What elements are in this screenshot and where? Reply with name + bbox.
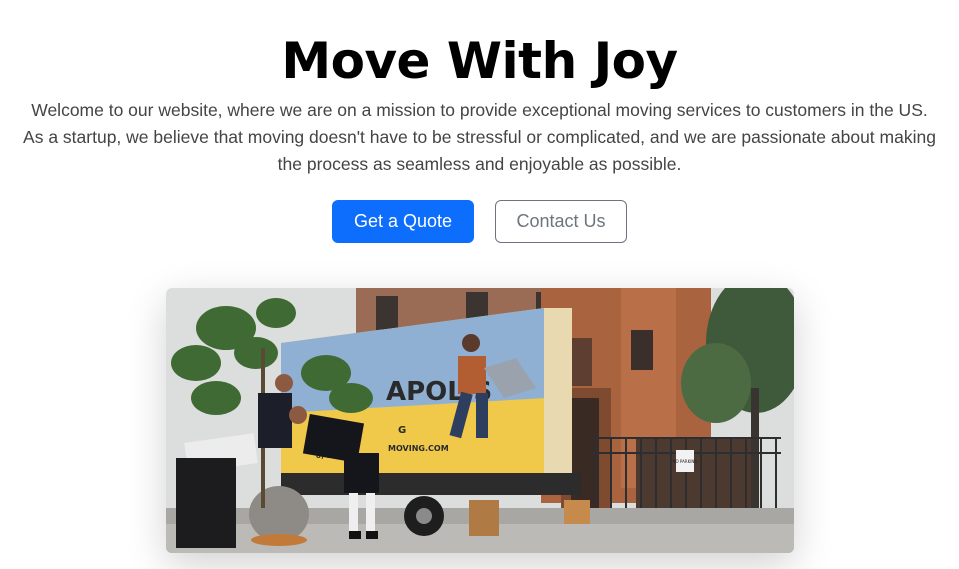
truck-sub-text: G [398, 425, 406, 436]
hero-section: Move With Joy Welcome to our website, wh… [0, 0, 959, 569]
page-title: Move With Joy [281, 32, 678, 90]
hero-image: NO PARKING APOLIS G 8) 520 • MO MOVING.C… [166, 288, 794, 553]
hero-description: Welcome to our website, where we are on … [23, 100, 936, 174]
moving-truck-photo: NO PARKING APOLIS G 8) 520 • MO MOVING.C… [166, 288, 794, 553]
parking-sign-text: NO PARKING [673, 459, 698, 464]
contact-us-button[interactable]: Contact Us [495, 200, 627, 243]
hero-buttons: Get a Quote Contact Us [0, 200, 959, 243]
truck-url-text: MOVING.COM [388, 444, 449, 453]
get-quote-button[interactable]: Get a Quote [332, 200, 474, 243]
